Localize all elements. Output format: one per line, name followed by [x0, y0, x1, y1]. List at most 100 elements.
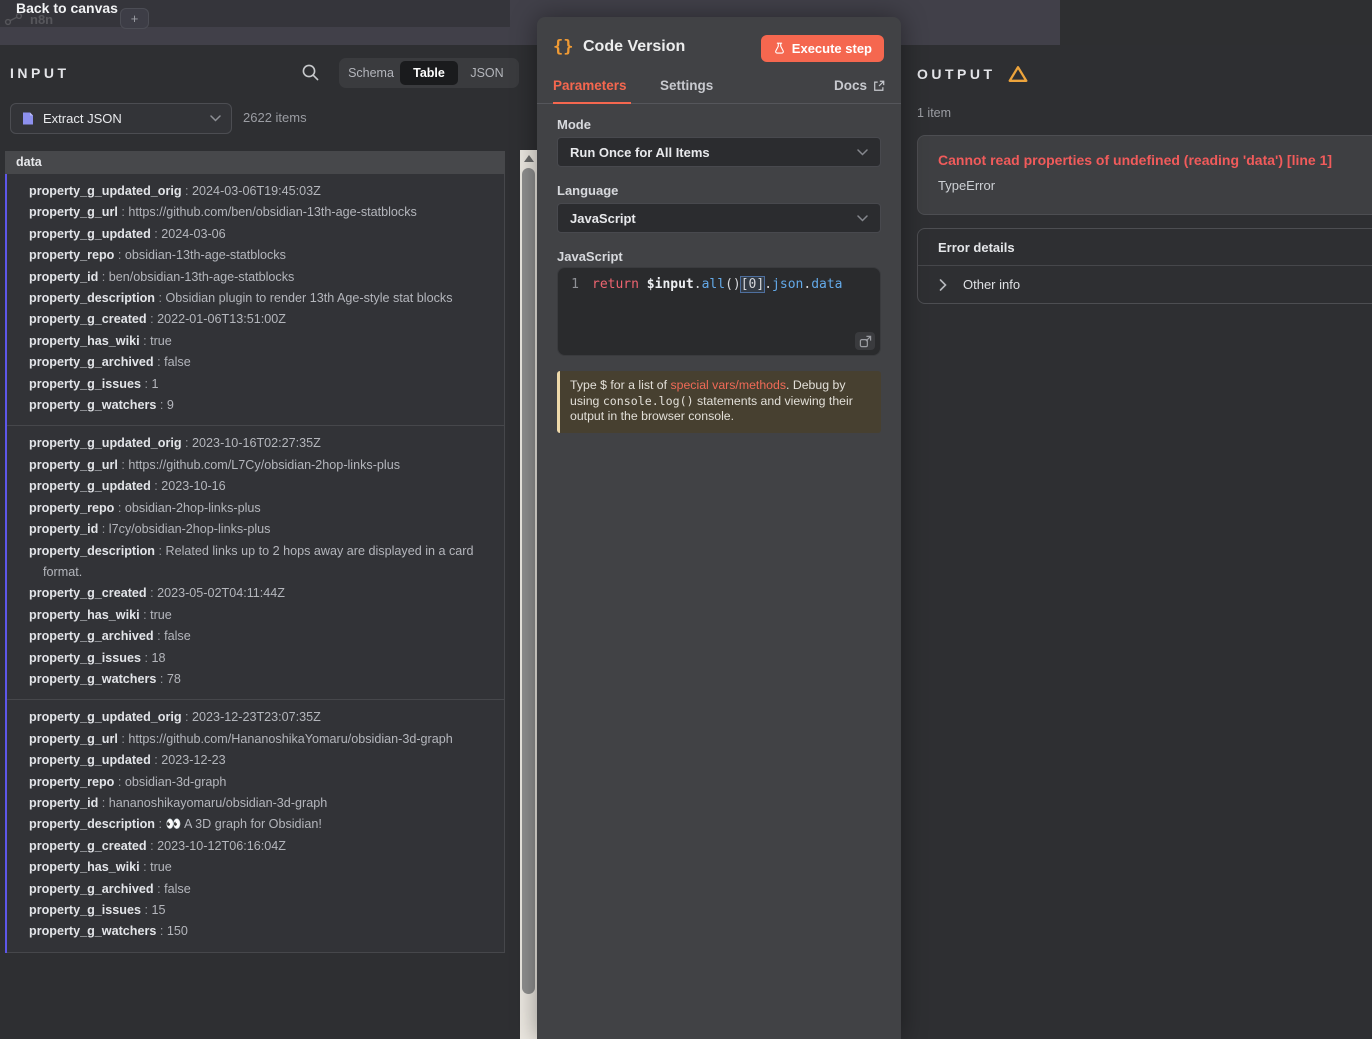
- mode-value: Run Once for All Items: [570, 145, 857, 160]
- table-row[interactable]: property_has_wiki : true: [17, 857, 494, 878]
- input-panel-title: INPUT: [10, 65, 70, 81]
- chevron-down-icon: [210, 115, 221, 122]
- code-token: data: [811, 277, 842, 292]
- code-editor[interactable]: 1 return $input.all()[0].json.data: [557, 267, 881, 356]
- table-row[interactable]: property_g_created : 2023-10-12T06:16:04…: [17, 836, 494, 857]
- table-row[interactable]: property_g_watchers : 150: [17, 921, 494, 942]
- flask-icon: [773, 41, 786, 56]
- table-row[interactable]: property_g_updated : 2023-12-23: [17, 750, 494, 771]
- table-row[interactable]: property_g_issues : 18: [17, 648, 494, 669]
- table-row[interactable]: property_g_updated : 2024-03-06: [17, 224, 494, 245]
- code-token: (): [725, 277, 741, 292]
- code-token: .: [764, 277, 772, 292]
- mode-select[interactable]: Run Once for All Items: [557, 137, 881, 167]
- code-token: json: [772, 277, 803, 292]
- code-line: return $input.all()[0].json.data: [592, 277, 843, 292]
- table-row[interactable]: property_g_url : https://github.com/ben/…: [17, 202, 494, 223]
- new-tab-button[interactable]: +: [120, 8, 149, 29]
- table-row[interactable]: property_g_updated_orig : 2024-03-06T19:…: [17, 181, 494, 202]
- table-record: property_g_updated_orig : 2023-10-16T02:…: [7, 426, 504, 700]
- language-value: JavaScript: [570, 211, 857, 226]
- node-title: Code Version: [583, 38, 685, 56]
- execute-step-button[interactable]: Execute step: [761, 35, 884, 62]
- chevron-right-icon: [939, 279, 947, 291]
- code-token: all: [702, 277, 725, 292]
- view-toggle: Schema Table JSON: [339, 58, 519, 88]
- code-token: .: [694, 277, 702, 292]
- search-icon[interactable]: [301, 63, 321, 83]
- table-row[interactable]: property_repo : obsidian-2hop-links-plus: [17, 498, 494, 519]
- table-row[interactable]: property_description : Related links up …: [17, 541, 494, 584]
- output-panel-title: OUTPUT: [917, 66, 996, 82]
- data-table: data property_g_updated_orig : 2024-03-0…: [5, 151, 505, 953]
- table-row[interactable]: property_g_archived : false: [17, 352, 494, 373]
- docs-link[interactable]: Docs: [834, 78, 885, 93]
- app-window: n8n Back to canvas + INPUT Schema Table …: [0, 0, 1372, 1039]
- tab-settings[interactable]: Settings: [660, 78, 713, 93]
- docs-label: Docs: [834, 78, 867, 93]
- input-items-count: 2622 items: [243, 110, 307, 125]
- table-row[interactable]: property_g_url : https://github.com/L7Cy…: [17, 455, 494, 476]
- code-token: [639, 277, 647, 292]
- hint-text: Type $ for a list of: [570, 378, 670, 392]
- table-row[interactable]: property_id : ben/obsidian-13th-age-stat…: [17, 267, 494, 288]
- other-info-row[interactable]: Other info: [918, 266, 1372, 303]
- scrollbar-thumb[interactable]: [522, 168, 535, 994]
- table-row[interactable]: property_description : 👀 A 3D graph for …: [17, 814, 494, 835]
- view-tab-table[interactable]: Table: [400, 61, 458, 85]
- special-vars-link[interactable]: special vars/methods: [670, 378, 786, 392]
- table-row[interactable]: property_g_updated_orig : 2023-10-16T02:…: [17, 433, 494, 454]
- line-number: 1: [558, 277, 592, 292]
- back-to-canvas-button[interactable]: Back to canvas: [16, 0, 118, 16]
- error-details-title: Error details: [918, 229, 1372, 266]
- hint-code: console.log(): [603, 394, 694, 408]
- warning-icon: [1008, 65, 1028, 83]
- table-row[interactable]: property_id : l7cy/obsidian-2hop-links-p…: [17, 519, 494, 540]
- code-token: return: [592, 277, 639, 292]
- table-row[interactable]: property_g_created : 2022-01-06T13:51:00…: [17, 309, 494, 330]
- code-token: .: [803, 277, 811, 292]
- table-row[interactable]: property_id : hananoshikayomaru/obsidian…: [17, 793, 494, 814]
- chevron-down-icon: [857, 215, 868, 222]
- table-record: property_g_updated_orig : 2024-03-06T19:…: [7, 174, 504, 426]
- table-column-header[interactable]: data: [5, 151, 505, 174]
- table-row[interactable]: property_has_wiki : true: [17, 605, 494, 626]
- code-token: [0]: [741, 277, 764, 292]
- code-token: $input: [647, 277, 694, 292]
- code-node-panel: {} Code Version Execute step Parameters …: [537, 17, 901, 1039]
- table-row[interactable]: property_g_created : 2023-05-02T04:11:44…: [17, 583, 494, 604]
- json-file-icon: [21, 111, 35, 126]
- input-source-select[interactable]: Extract JSON: [10, 103, 232, 134]
- code-editor-label: JavaScript: [557, 249, 623, 264]
- table-row[interactable]: property_g_issues : 15: [17, 900, 494, 921]
- table-row[interactable]: property_g_issues : 1: [17, 374, 494, 395]
- table-row[interactable]: property_g_archived : false: [17, 879, 494, 900]
- table-row[interactable]: property_g_watchers : 78: [17, 669, 494, 690]
- table-row[interactable]: property_g_watchers : 9: [17, 395, 494, 416]
- table-row[interactable]: property_g_updated : 2023-10-16: [17, 476, 494, 497]
- output-items-count: 1 item: [917, 106, 951, 120]
- table-row[interactable]: property_g_url : https://github.com/Hana…: [17, 729, 494, 750]
- error-card: Cannot read properties of undefined (rea…: [917, 135, 1372, 215]
- table-row[interactable]: property_description : Obsidian plugin t…: [17, 288, 494, 309]
- error-type: TypeError: [938, 178, 1366, 193]
- tab-parameters[interactable]: Parameters: [553, 78, 627, 93]
- chevron-down-icon: [857, 149, 868, 156]
- language-select[interactable]: JavaScript: [557, 203, 881, 233]
- table-row[interactable]: property_g_archived : false: [17, 626, 494, 647]
- table-row[interactable]: property_repo : obsidian-3d-graph: [17, 772, 494, 793]
- view-tab-json[interactable]: JSON: [458, 61, 516, 85]
- active-tab-underline: [553, 102, 631, 104]
- language-label: Language: [557, 183, 618, 198]
- table-row[interactable]: property_repo : obsidian-13th-age-statbl…: [17, 245, 494, 266]
- execute-step-label: Execute step: [792, 41, 872, 56]
- input-scrollbar[interactable]: [520, 150, 537, 1039]
- error-message: Cannot read properties of undefined (rea…: [938, 152, 1366, 168]
- table-row[interactable]: property_has_wiki : true: [17, 331, 494, 352]
- view-tab-schema[interactable]: Schema: [342, 61, 400, 85]
- error-details-card: Error details Other info: [917, 228, 1372, 304]
- output-panel: OUTPUT 1 item Cannot read properties of …: [901, 45, 1372, 1039]
- table-row[interactable]: property_g_updated_orig : 2023-12-23T23:…: [17, 707, 494, 728]
- expand-editor-button[interactable]: [855, 332, 875, 350]
- scroll-up-arrow-icon[interactable]: [524, 155, 534, 162]
